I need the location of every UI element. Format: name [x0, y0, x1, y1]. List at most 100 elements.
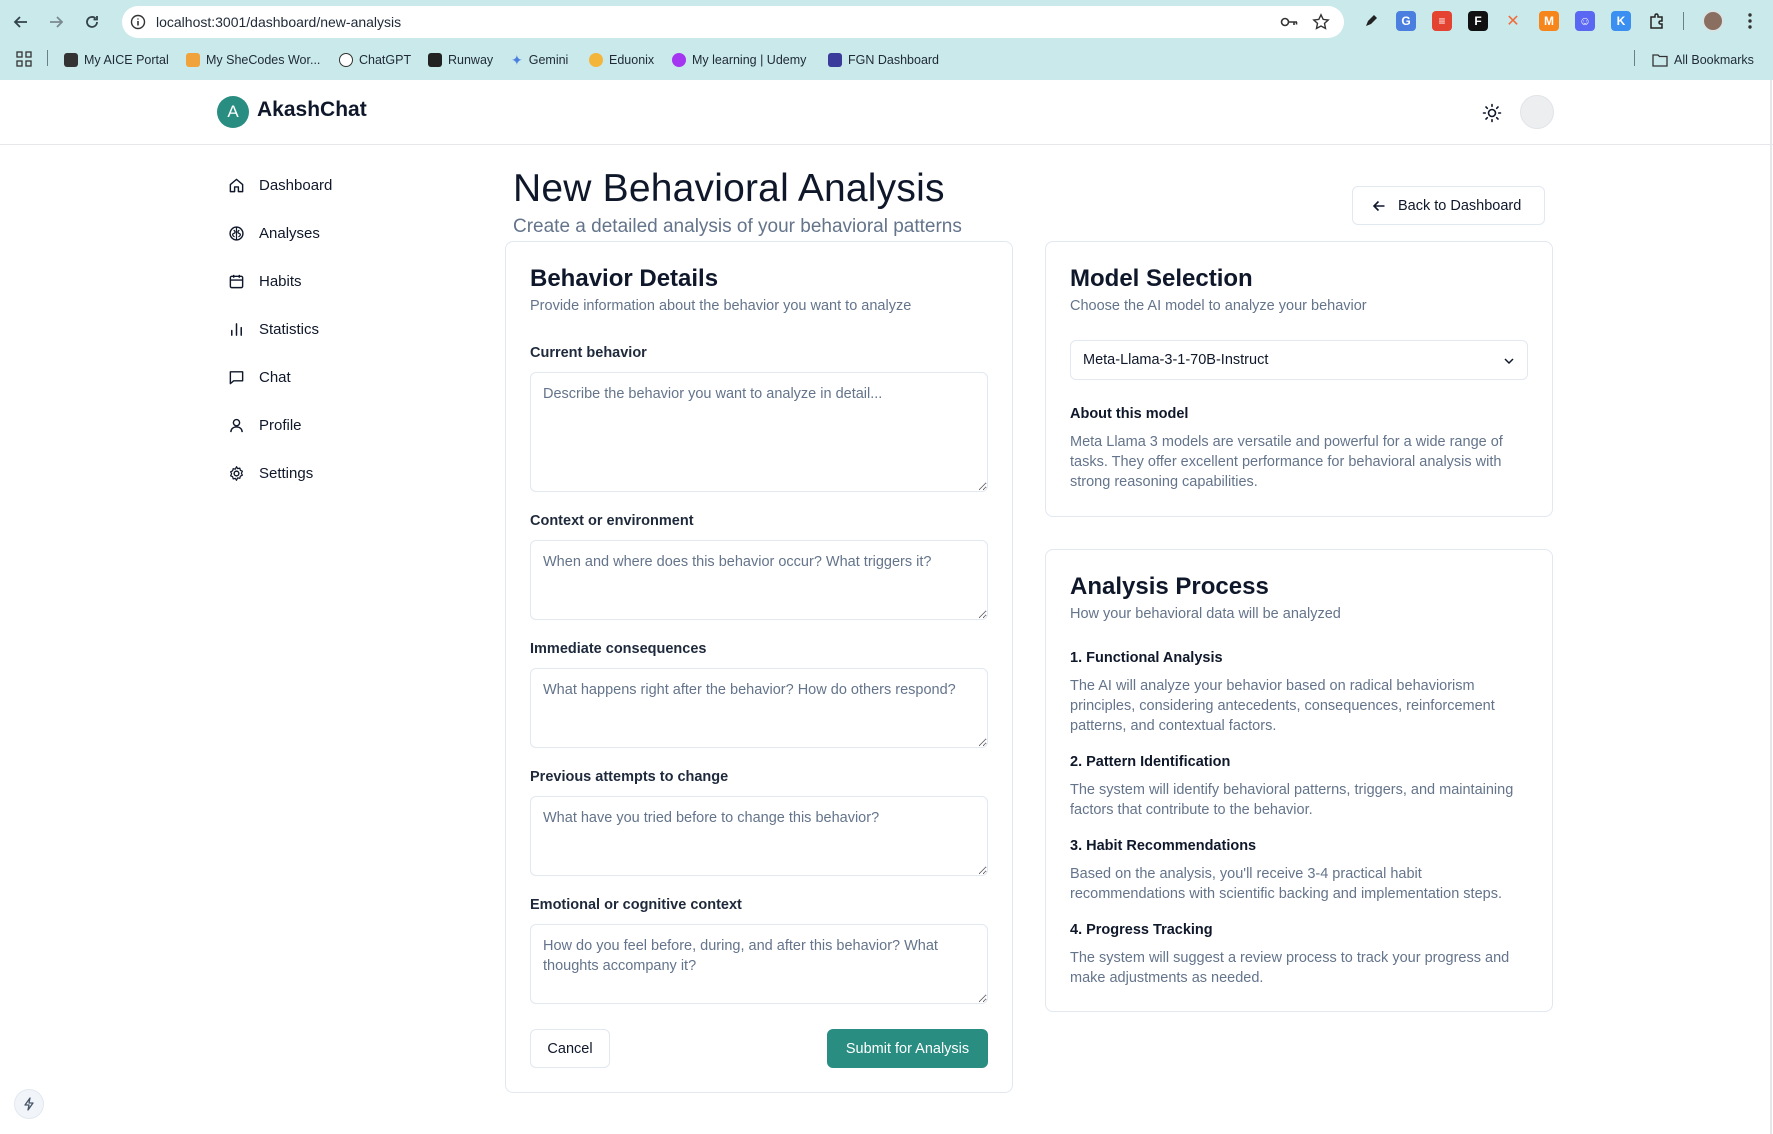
behavior-details-card: Behavior Details Provide information abo…: [505, 241, 1013, 1093]
user-avatar[interactable]: [1520, 95, 1554, 129]
sun-icon[interactable]: [1481, 102, 1503, 124]
sidebar-item-profile[interactable]: Profile: [228, 410, 448, 440]
sidebar-item-label: Settings: [259, 464, 314, 482]
card-title: Analysis Process: [1070, 573, 1269, 600]
bookmark-item[interactable]: FGN Dashboard: [828, 50, 939, 70]
more-menu-icon[interactable]: [1742, 11, 1758, 31]
selected-model: Meta-Llama-3-1-70B-Instruct: [1083, 352, 1269, 368]
card-description: Choose the AI model to analyze your beha…: [1070, 298, 1367, 314]
sidebar-item-analyses[interactable]: Analyses: [228, 218, 448, 248]
home-icon: [229, 178, 244, 192]
step-heading: 3. Habit Recommendations: [1070, 838, 1257, 854]
step-heading: 4. Progress Tracking: [1070, 922, 1213, 938]
framer-icon[interactable]: F: [1468, 11, 1488, 31]
puzzle-icon[interactable]: [1647, 11, 1667, 31]
spark-icon[interactable]: ✕: [1503, 11, 1523, 31]
cancel-button[interactable]: Cancel: [530, 1029, 610, 1068]
aice-favicon-icon: [64, 53, 78, 67]
bookmark-star-icon[interactable]: [1312, 13, 1330, 31]
arrow-left-icon: [1372, 200, 1385, 211]
todoist-icon[interactable]: ≡: [1432, 11, 1452, 31]
bookmark-item[interactable]: ✦ Gemini: [511, 50, 568, 70]
profile-avatar[interactable]: [1702, 10, 1724, 32]
sidebar-item-statistics[interactable]: Statistics: [228, 314, 448, 344]
forward-arrow-icon[interactable]: [44, 10, 68, 34]
context-input[interactable]: [530, 540, 988, 620]
browser-chrome: localhost:3001/dashboard/new-analysis G …: [0, 0, 1773, 80]
toolbar-divider: [1683, 12, 1684, 30]
back-to-dashboard-button[interactable]: Back to Dashboard: [1352, 186, 1545, 225]
context-label: Context or environment: [530, 513, 694, 529]
site-info-icon[interactable]: [130, 14, 146, 30]
model-selection-card: Model Selection Choose the AI model to a…: [1045, 241, 1553, 517]
chatgpt-favicon-icon: [339, 53, 353, 67]
bookmark-item[interactable]: My SheCodes Wor...: [186, 50, 320, 70]
shecodes-favicon-icon: [186, 53, 200, 67]
bookmark-item[interactable]: ChatGPT: [339, 50, 411, 70]
step-text: The system will suggest a review process…: [1070, 950, 1510, 986]
translate-icon[interactable]: G: [1396, 11, 1416, 31]
about-model-heading: About this model: [1070, 406, 1189, 422]
url-text[interactable]: localhost:3001/dashboard/new-analysis: [156, 14, 401, 30]
k-icon[interactable]: K: [1611, 11, 1631, 31]
app-header: A AkashChat: [0, 80, 1773, 145]
sidebar-item-label: Statistics: [259, 320, 320, 338]
page-title: New Behavioral Analysis: [513, 167, 945, 210]
pen-icon[interactable]: [1361, 11, 1381, 31]
bookmarks-divider: [47, 50, 48, 66]
sidebar-item-habits[interactable]: Habits: [228, 266, 448, 296]
sidebar-item-chat[interactable]: Chat: [228, 362, 448, 392]
current-behavior-input[interactable]: [530, 372, 988, 492]
user-icon: [230, 418, 243, 432]
chevron-down-icon: [1504, 358, 1514, 365]
dev-tools-bolt-icon[interactable]: [14, 1089, 44, 1119]
card-title: Model Selection: [1070, 265, 1253, 292]
consequences-label: Immediate consequences: [530, 641, 707, 657]
current-behavior-label: Current behavior: [530, 345, 647, 361]
sidebar-item-label: Chat: [259, 368, 291, 386]
about-model-text: Meta Llama 3 models are versatile and po…: [1070, 434, 1503, 490]
card-title: Behavior Details: [530, 265, 719, 292]
sidebar-item-dashboard[interactable]: Dashboard: [228, 170, 448, 200]
emotional-context-label: Emotional or cognitive context: [530, 897, 742, 913]
runway-favicon-icon: [428, 53, 442, 67]
udemy-favicon-icon: [672, 53, 686, 67]
fgn-favicon-icon: [828, 53, 842, 67]
all-bookmarks[interactable]: All Bookmarks: [1652, 50, 1754, 70]
apps-grid-icon[interactable]: [16, 51, 32, 67]
previous-attempts-label: Previous attempts to change: [530, 769, 729, 785]
card-description: Provide information about the behavior y…: [530, 298, 912, 314]
back-arrow-icon[interactable]: [9, 10, 33, 34]
step-text: Based on the analysis, you'll receive 3-…: [1070, 866, 1502, 902]
metamask-icon[interactable]: M: [1539, 11, 1559, 31]
analysis-process-card: Analysis Process How your behavioral dat…: [1045, 549, 1553, 1012]
sidebar-item-label: Analyses: [259, 224, 320, 242]
step-heading: 2. Pattern Identification: [1070, 754, 1231, 770]
sidebar-item-label: Profile: [259, 416, 302, 434]
bookmark-item[interactable]: Eduonix: [589, 50, 654, 70]
scrollbar[interactable]: [1770, 80, 1772, 1134]
bookmark-item[interactable]: My learning | Udemy: [672, 50, 806, 70]
submit-analysis-button[interactable]: Submit for Analysis: [827, 1029, 988, 1068]
back-button-label: Back to Dashboard: [1398, 197, 1522, 214]
app-logo[interactable]: A: [217, 96, 249, 128]
bookmark-item[interactable]: Runway: [428, 50, 493, 70]
model-select[interactable]: Meta-Llama-3-1-70B-Instruct: [1070, 340, 1528, 380]
address-bar[interactable]: localhost:3001/dashboard/new-analysis: [122, 6, 1344, 38]
robot-icon[interactable]: ☺: [1575, 11, 1595, 31]
gemini-favicon-icon: ✦: [511, 51, 523, 68]
sidebar-item-settings[interactable]: Settings: [228, 458, 448, 488]
message-icon: [229, 370, 244, 384]
page-subtitle: Create a detailed analysis of your behav…: [513, 216, 962, 237]
calendar-icon: [229, 274, 244, 288]
sidebar-item-label: Dashboard: [259, 176, 333, 194]
consequences-input[interactable]: [530, 668, 988, 748]
emotional-context-input[interactable]: [530, 924, 988, 1004]
key-icon[interactable]: [1280, 14, 1298, 30]
bookmark-item[interactable]: My AICE Portal: [64, 50, 169, 70]
card-description: How your behavioral data will be analyze…: [1070, 606, 1341, 622]
app-name[interactable]: AkashChat: [257, 98, 367, 122]
reload-icon[interactable]: [80, 10, 104, 34]
previous-attempts-input[interactable]: [530, 796, 988, 876]
bar-chart-icon: [231, 322, 242, 336]
